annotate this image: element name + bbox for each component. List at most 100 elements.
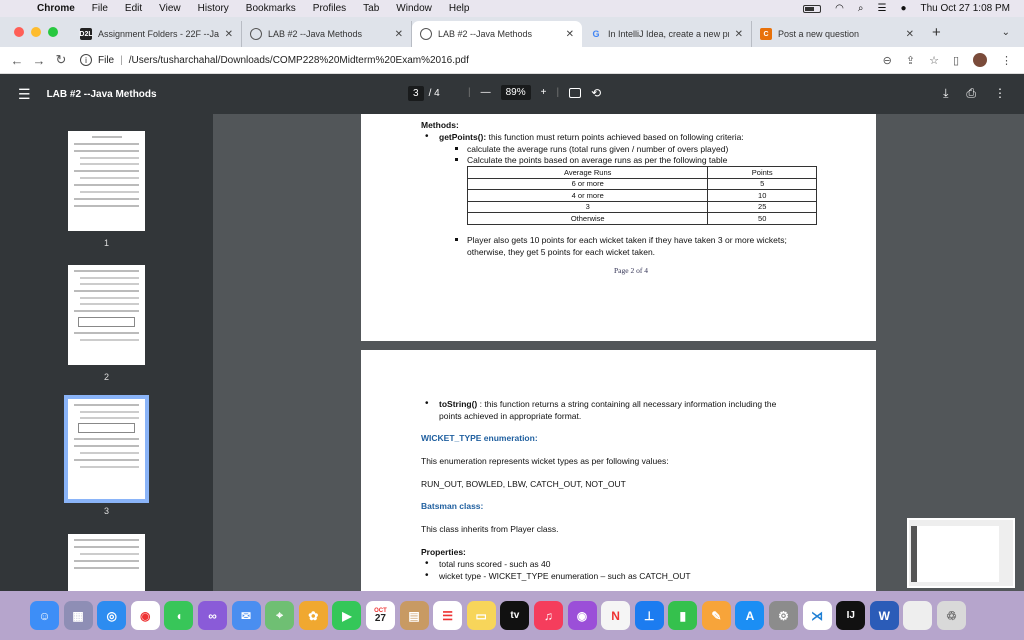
table-cell: 5 [707, 177, 817, 190]
menu-bookmarks[interactable]: Bookmarks [246, 3, 296, 14]
macos-menu-bar: Chrome File Edit View History Bookmarks … [0, 0, 1024, 17]
zoom-icon[interactable]: ⊖ [883, 54, 892, 67]
hamburger-menu-icon[interactable]: ☰ [18, 86, 31, 103]
url-input[interactable]: i File | /Users/tusharchahal/Downloads/C… [80, 50, 880, 70]
tab-title: In IntelliJ Idea, create a new pr [608, 29, 729, 39]
rotate-icon[interactable]: ⟲ [591, 86, 601, 100]
property-item: total runs scored - such as 40 [421, 558, 841, 569]
wifi-icon[interactable]: ◠ [835, 3, 844, 14]
page-thumbnail-4[interactable] [68, 534, 145, 591]
control-center-icon[interactable]: ☰ [877, 3, 886, 14]
messages-icon[interactable]: ◖ [164, 601, 194, 630]
download-icon[interactable]: ⤓ [943, 86, 948, 101]
spotlight-icon[interactable]: ⌕ [858, 3, 864, 14]
close-window-button[interactable] [14, 27, 24, 37]
launchpad-icon[interactable]: ▦ [63, 601, 93, 630]
siri-icon[interactable]: ● [900, 3, 906, 14]
share-icon[interactable]: ⇪ [906, 54, 915, 67]
page-thumbnail-2[interactable] [68, 265, 145, 365]
tab-lab2-java-methods[interactable]: LAB #2 --Java Methods ✕ [242, 21, 412, 47]
tab-title: Assignment Folders - 22F --Ja [98, 29, 219, 39]
keynote-icon[interactable]: ⊥ [634, 601, 664, 630]
music-icon[interactable]: ♫ [533, 601, 563, 630]
close-tab-icon[interactable]: ✕ [225, 29, 233, 40]
safari-icon[interactable]: ◎ [97, 601, 127, 630]
apple-tv-icon[interactable]: tv [500, 601, 530, 630]
zoom-level-input[interactable]: 89% [500, 85, 531, 100]
numbers-icon[interactable]: ▮ [668, 601, 698, 630]
tostring-item: toString() : this function returns a str… [421, 398, 841, 409]
forward-icon[interactable]: → [30, 53, 48, 68]
profile-avatar[interactable] [973, 53, 987, 67]
method-name: getPoints(): [439, 132, 487, 142]
trash-icon[interactable]: ♲ [937, 601, 967, 630]
menu-view[interactable]: View [159, 3, 181, 14]
close-tab-icon[interactable]: ✕ [566, 29, 574, 40]
wicket-points-line-2: otherwise, they get 5 points for each wi… [467, 246, 656, 257]
menu-file[interactable]: File [92, 3, 108, 14]
chrome-menu-icon[interactable]: ⋮ [1001, 54, 1012, 67]
word-icon[interactable]: W [869, 601, 899, 630]
maps-icon[interactable]: ⌖ [265, 601, 295, 630]
close-tab-icon[interactable]: ✕ [906, 29, 914, 40]
screenshot-preview-thumbnail[interactable] [907, 518, 1015, 588]
reminders-icon[interactable]: ☰ [433, 601, 463, 630]
pages-icon[interactable]: ✎ [701, 601, 731, 630]
tab-search-icon[interactable]: ⌄ [1002, 27, 1010, 38]
new-tab-button[interactable]: + [932, 24, 941, 41]
zoom-controls: | — 89% + | ⟲ [468, 85, 602, 100]
close-tab-icon[interactable]: ✕ [395, 29, 403, 40]
menu-profiles[interactable]: Profiles [313, 3, 346, 14]
tab-post-question[interactable]: C Post a new question ✕ [752, 21, 922, 47]
notes-icon[interactable]: ▭ [466, 601, 496, 630]
back-icon[interactable]: ← [8, 53, 26, 68]
pdf-page-3: toString() : this function returns a str… [361, 350, 876, 591]
page-thumbnail-1[interactable] [68, 131, 145, 231]
pdf-viewer[interactable]: Methods: getPoints(): this function must… [213, 114, 1024, 591]
menu-history[interactable]: History [198, 3, 229, 14]
photos-icon[interactable]: ✿ [298, 601, 328, 630]
zoom-window-button[interactable] [48, 27, 58, 37]
menu-tab[interactable]: Tab [363, 3, 379, 14]
zoom-out-button[interactable]: — [481, 87, 491, 98]
contacts-icon[interactable]: ▤ [399, 601, 429, 630]
tab-intellij-question[interactable]: G In IntelliJ Idea, create a new pr ✕ [582, 21, 752, 47]
chrome-icon[interactable]: ◉ [130, 601, 160, 630]
mail-icon[interactable]: ✉ [231, 601, 261, 630]
intellij-icon[interactable]: IJ [836, 601, 866, 630]
vscode-icon[interactable]: ⋊ [802, 601, 832, 630]
side-panel-icon[interactable]: ▯ [953, 54, 959, 67]
tab-assignment-folders[interactable]: D2L Assignment Folders - 22F --Ja ✕ [72, 21, 242, 47]
menu-app-name[interactable]: Chrome [37, 3, 75, 14]
system-preferences-icon[interactable]: ⚙ [769, 601, 799, 630]
calendar-icon[interactable]: OCT 27 [365, 601, 395, 630]
visual-studio-icon[interactable]: ∞ [197, 601, 227, 630]
finder-icon[interactable]: ☺ [30, 601, 59, 630]
battery-icon[interactable] [803, 4, 822, 13]
menu-window[interactable]: Window [396, 3, 432, 14]
news-icon[interactable]: N [601, 601, 631, 630]
preview-window-icon[interactable] [903, 601, 933, 630]
menu-edit[interactable]: Edit [125, 3, 142, 14]
app-store-icon[interactable]: A [735, 601, 765, 630]
more-options-icon[interactable]: ⋮ [994, 86, 1006, 101]
fit-page-icon[interactable] [569, 87, 582, 98]
reload-icon[interactable]: ↻ [52, 52, 70, 68]
page-number-input[interactable]: 3 [408, 86, 424, 101]
bookmark-star-icon[interactable]: ☆ [929, 54, 939, 67]
enum-heading: WICKET_TYPE enumeration: [421, 433, 538, 443]
table-cell: 25 [707, 200, 817, 213]
page-thumbnail-3[interactable] [64, 395, 149, 503]
facetime-icon[interactable]: ▶ [332, 601, 362, 630]
menu-help[interactable]: Help [449, 3, 470, 14]
table-cell: 10 [707, 189, 817, 202]
info-icon[interactable]: i [80, 54, 92, 66]
minimize-window-button[interactable] [31, 27, 41, 37]
tab-lab2-java-methods-active[interactable]: LAB #2 --Java Methods ✕ [412, 21, 582, 47]
page-footer: Page 2 of 4 [614, 265, 648, 275]
print-icon[interactable]: ⎙ [966, 86, 976, 101]
menu-clock[interactable]: Thu Oct 27 1:08 PM [921, 3, 1011, 14]
podcasts-icon[interactable]: ◉ [567, 601, 597, 630]
zoom-in-button[interactable]: + [541, 87, 547, 98]
close-tab-icon[interactable]: ✕ [735, 29, 743, 40]
